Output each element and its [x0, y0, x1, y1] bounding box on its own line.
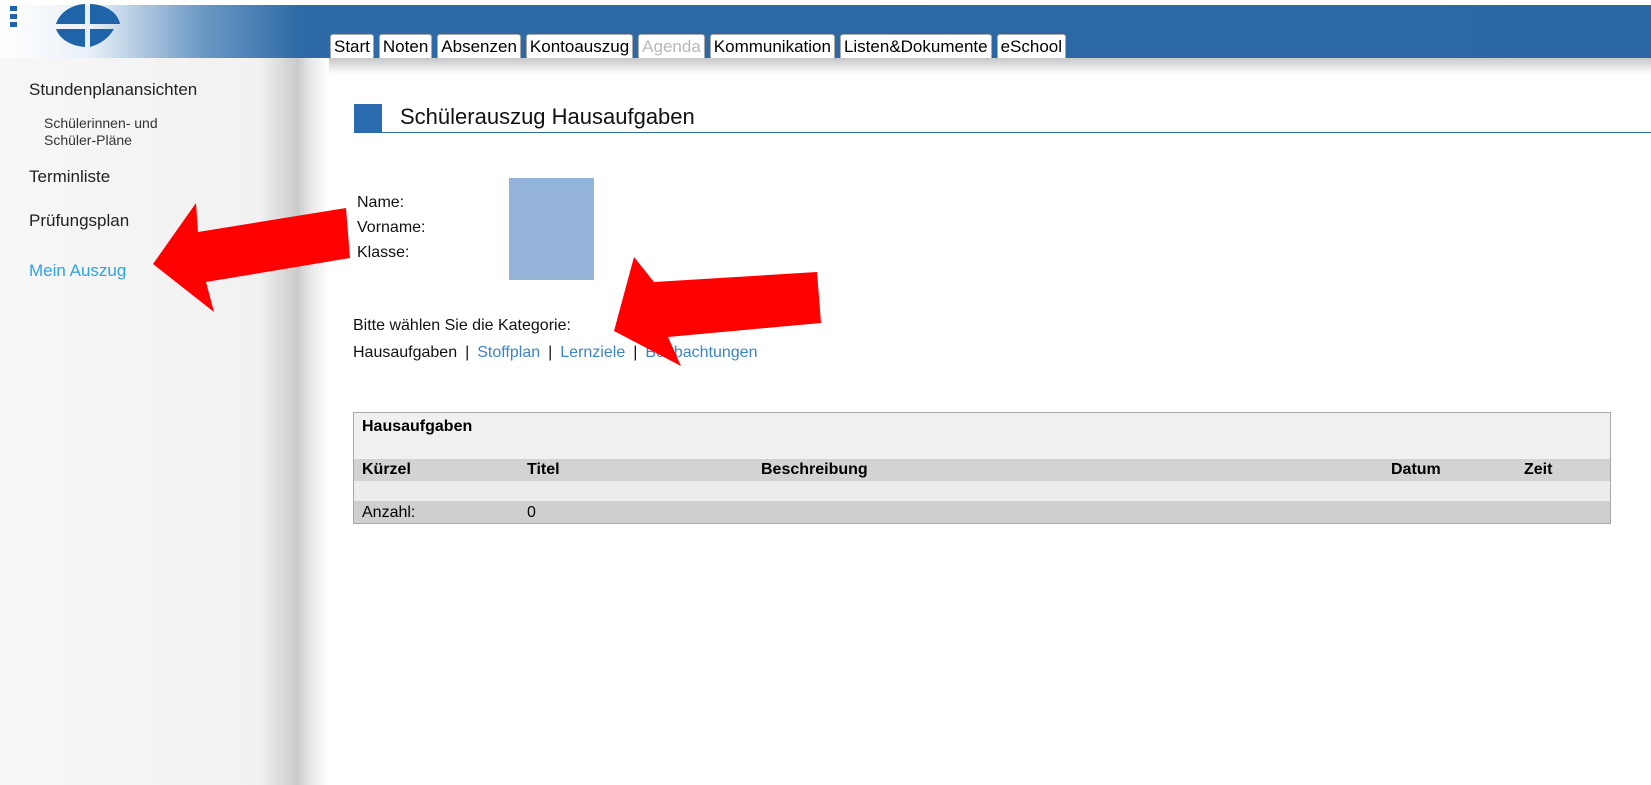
category-stoffplan-link[interactable]: Stoffplan: [477, 344, 540, 361]
left-sidebar: Stundenplanansichten Schülerinnen- und S…: [0, 58, 299, 785]
tab-kommunikation[interactable]: Kommunikation: [709, 34, 835, 58]
top-header: Start Noten Absenzen Kontoauszug Agenda …: [0, 0, 1651, 58]
vorname-label: Vorname:: [357, 219, 426, 236]
sidebar-item-terminliste[interactable]: Terminliste: [29, 167, 110, 187]
sidebar-subitem-schuelerinnen[interactable]: Schülerinnen- und: [44, 115, 158, 132]
student-photo: [509, 178, 594, 280]
category-separator: |: [465, 344, 470, 361]
main-nav-tabs: Start Noten Absenzen Kontoauszug Agenda …: [330, 34, 1071, 58]
school-logo-icon[interactable]: [52, 2, 124, 48]
tab-listen-dokumente[interactable]: Listen&Dokumente: [839, 34, 992, 58]
table-header-row: Kürzel Titel Beschreibung Datum Zeit: [354, 459, 1610, 481]
table-empty-row: [354, 481, 1610, 501]
klasse-label: Klasse:: [357, 244, 410, 261]
sidebar-item-stundenplanansichten[interactable]: Stundenplanansichten: [29, 80, 197, 100]
category-prompt: Bitte wählen Sie die Kategorie:: [353, 317, 571, 334]
category-beobachtungen-link[interactable]: Beobachtungen: [645, 344, 757, 361]
menu-bars-icon[interactable]: [10, 6, 17, 30]
category-hausaufgaben: Hausaufgaben: [353, 344, 458, 361]
content-left-border: [299, 58, 329, 785]
column-datum: Datum: [1391, 461, 1441, 478]
column-kuerzel: Kürzel: [362, 461, 411, 478]
category-separator: |: [633, 344, 638, 361]
table-footer-row: Anzahl: 0: [354, 501, 1610, 523]
column-titel: Titel: [527, 461, 560, 478]
title-square-icon: [354, 104, 382, 132]
tab-absenzen[interactable]: Absenzen: [437, 34, 521, 58]
header-top-strip: [0, 0, 1651, 5]
tab-kontoauszug[interactable]: Kontoauszug: [525, 34, 634, 58]
homework-table: Hausaufgaben Kürzel Titel Beschreibung D…: [353, 412, 1611, 524]
anzahl-value: 0: [527, 504, 536, 521]
anzahl-label: Anzahl:: [362, 504, 416, 521]
tab-agenda: Agenda: [638, 34, 705, 58]
category-selector: Hausaufgaben | Stoffplan | Lernziele | Beobach…: [353, 344, 757, 362]
category-lernziele-link[interactable]: Lernziele: [560, 344, 625, 361]
tab-start[interactable]: Start: [330, 34, 374, 58]
page-title: Schülerauszug Hausaufgaben: [400, 104, 695, 129]
name-label: Name:: [357, 194, 405, 211]
tab-eschool[interactable]: eSchool: [996, 34, 1067, 58]
category-separator: |: [548, 344, 553, 361]
tab-noten[interactable]: Noten: [378, 34, 433, 58]
title-divider: [354, 132, 1651, 133]
content-top-shadow: [299, 58, 1651, 74]
table-title: Hausaufgaben: [362, 418, 473, 435]
column-zeit: Zeit: [1524, 461, 1553, 478]
sidebar-item-mein-auszug[interactable]: Mein Auszug: [29, 261, 126, 281]
column-beschreibung: Beschreibung: [761, 461, 868, 478]
sidebar-subitem-schueler-plaene[interactable]: Schüler-Pläne: [44, 132, 132, 149]
sidebar-item-pruefungsplan[interactable]: Prüfungsplan: [29, 211, 129, 231]
